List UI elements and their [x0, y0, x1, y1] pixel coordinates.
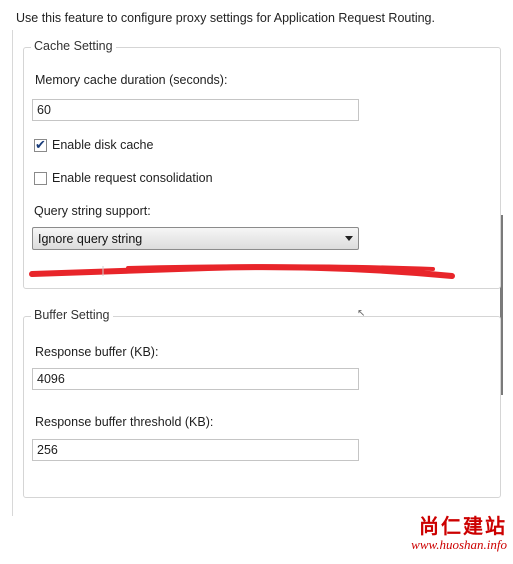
left-divider — [12, 30, 13, 516]
response-buffer-threshold-label: Response buffer threshold (KB): — [35, 415, 214, 429]
memory-cache-duration-input[interactable]: 60 — [32, 99, 359, 121]
chevron-down-icon — [345, 236, 353, 241]
buffer-setting-group: Buffer Setting — [23, 308, 501, 498]
response-buffer-input[interactable]: 4096 — [32, 368, 359, 390]
redaction-scribble — [29, 264, 455, 279]
memory-cache-duration-label: Memory cache duration (seconds): — [35, 73, 228, 87]
enable-disk-cache-label: Enable disk cache — [52, 138, 154, 152]
enable-disk-cache-checkbox[interactable]: ✔ — [34, 137, 47, 152]
watermark-chinese-text: 尚仁建站 — [419, 514, 507, 538]
feature-description: Use this feature to configure proxy sett… — [16, 11, 435, 25]
enable-request-consolidation-label: Enable request consolidation — [52, 171, 213, 185]
cache-setting-legend: Cache Setting — [31, 39, 116, 53]
watermark-url-text: www.huoshan.info — [411, 537, 507, 552]
checkmark-icon: ✔ — [35, 137, 46, 152]
enable-request-consolidation-checkbox[interactable] — [34, 172, 47, 185]
response-buffer-label: Response buffer (KB): — [35, 345, 159, 359]
query-string-selected-value: Ignore query string — [38, 232, 143, 246]
buffer-setting-legend: Buffer Setting — [31, 308, 113, 322]
query-string-support-dropdown[interactable]: Ignore query string — [32, 227, 359, 250]
query-string-support-label: Query string support: — [34, 204, 151, 218]
site-watermark-logo: 尚仁建站 www.huoshan.info — [411, 510, 507, 553]
response-buffer-threshold-input[interactable]: 256 — [32, 439, 359, 461]
mouse-cursor-icon: ↖ — [357, 308, 366, 319]
